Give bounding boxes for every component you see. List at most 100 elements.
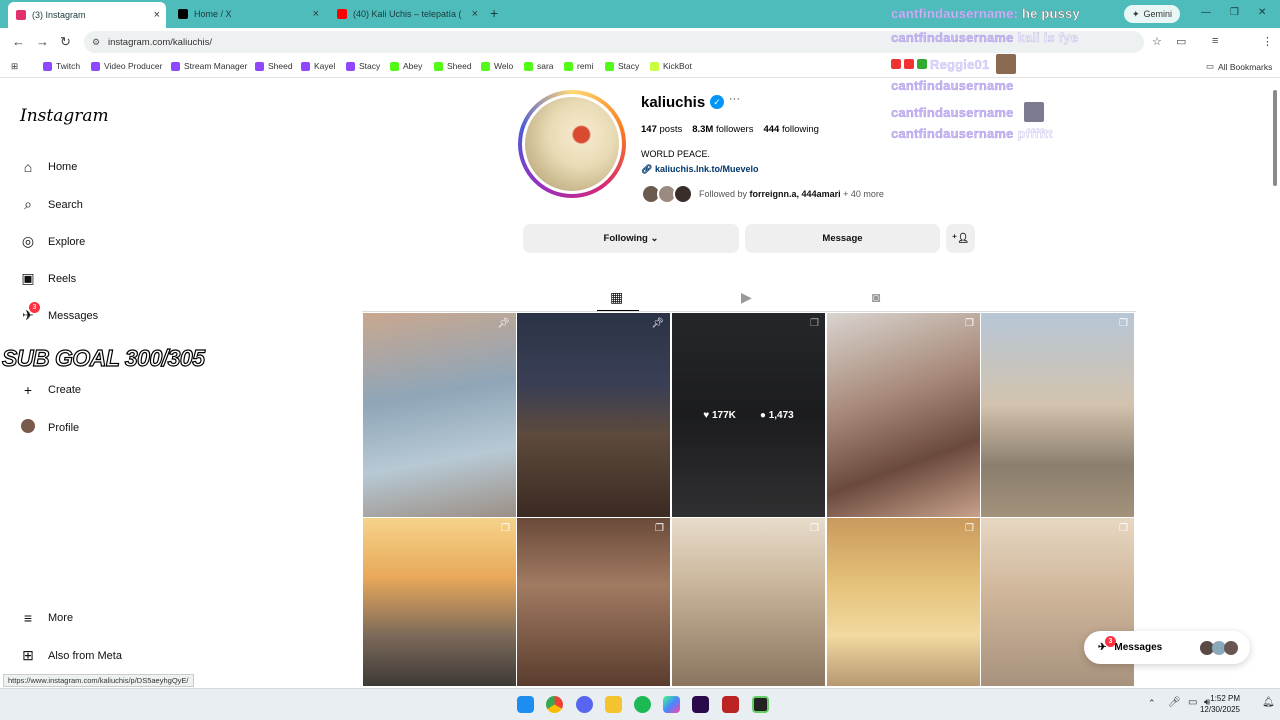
post-thumbnail[interactable]: ❐: [981, 313, 1134, 517]
bookmark-label: Welo: [494, 61, 514, 71]
badge-icon: [917, 59, 927, 69]
tab-reels-icon[interactable]: ▶: [741, 289, 752, 306]
following-count[interactable]: 444 following: [763, 124, 818, 135]
bookmark-video-producer[interactable]: Video Producer: [91, 61, 162, 71]
pin-icon: 📌︎: [497, 318, 510, 329]
post-thumbnail[interactable]: 📌︎: [363, 313, 516, 517]
kebab-menu-icon[interactable]: ⋮: [1262, 35, 1273, 48]
bookmark-kayel[interactable]: Kayel: [301, 61, 335, 71]
instagram-favicon-icon: [16, 10, 26, 20]
followers-count[interactable]: 8.3M followers: [692, 124, 753, 135]
folder-icon: ▭: [1206, 61, 1215, 71]
followed-by[interactable]: Followed by forreignn.a, 444amari + 40 m…: [641, 184, 884, 204]
multi-post-icon: ❐: [1119, 318, 1128, 329]
suggest-user-button[interactable]: ⁺👤︎: [946, 224, 975, 253]
chrome-icon[interactable]: [546, 696, 563, 713]
tray-chevron-icon[interactable]: ⌃: [1148, 698, 1156, 709]
close-window-icon[interactable]: ✕: [1258, 7, 1266, 18]
bookmark-remi[interactable]: remi: [564, 61, 594, 71]
twitch-icon: [255, 61, 264, 71]
instagram-logo[interactable]: Instagram: [20, 106, 109, 126]
kick-icon: [390, 61, 399, 71]
media-icon[interactable]: ≡: [1212, 35, 1218, 47]
new-tab-icon[interactable]: +: [490, 5, 498, 21]
discord-icon[interactable]: [576, 696, 593, 713]
obs-icon[interactable]: [752, 696, 769, 713]
system-clock[interactable]: 1:52 PM 12/30/2025: [1200, 693, 1240, 715]
bookmark-stacy-kick[interactable]: Stacy: [605, 61, 639, 71]
options-icon[interactable]: ···: [729, 93, 740, 105]
nav-create[interactable]: + Create: [20, 382, 81, 398]
reload-icon[interactable]: ↻: [60, 34, 71, 50]
copilot-icon[interactable]: [663, 696, 680, 713]
clock-date: 12/30/2025: [1199, 705, 1240, 714]
gemini-button[interactable]: ✦ Gemini: [1124, 5, 1181, 23]
apps-grid-icon[interactable]: ⊞: [11, 61, 18, 72]
post-thumbnail[interactable]: ❐: [827, 518, 980, 686]
mic-icon[interactable]: 🎤︎: [1168, 697, 1181, 708]
multi-post-icon: ❐: [501, 523, 510, 534]
star-icon[interactable]: ☆: [1152, 35, 1162, 48]
profile-avatar[interactable]: [518, 90, 626, 198]
all-bookmarks-label: All Bookmarks: [1218, 61, 1273, 72]
bookmark-twitch[interactable]: Twitch: [43, 61, 80, 71]
message-button[interactable]: Message: [745, 224, 940, 253]
bookmark-label: sara: [537, 61, 554, 71]
twitch-icon: [91, 61, 100, 71]
post-thumbnail[interactable]: ❐: [363, 518, 516, 686]
spotify-icon[interactable]: [634, 696, 651, 713]
app-icon[interactable]: [722, 696, 739, 713]
post-thumbnail[interactable]: ❐: [672, 518, 825, 686]
profile-link[interactable]: 🔗︎ kaliuchis.lnk.to/Muevelo: [641, 164, 758, 175]
cast-icon[interactable]: ▭: [1176, 35, 1186, 48]
post-hover-overlay[interactable]: ♥ 177K ● 1,473: [672, 313, 825, 517]
nav-explore[interactable]: ◎ Explore: [20, 233, 85, 250]
tab-youtube[interactable]: (40) Kali Uchis – telepatía ( ×: [329, 3, 484, 25]
tab-x[interactable]: Home / X ×: [170, 3, 325, 25]
nav-messages[interactable]: ✈ 3 Messages: [20, 302, 98, 324]
messages-drawer-button[interactable]: ✈ 3 Messages: [1084, 631, 1250, 664]
bookmark-welo[interactable]: Welo: [481, 61, 513, 71]
bookmark-abey[interactable]: Abey: [390, 61, 422, 71]
bookmark-sheed-kick[interactable]: Sheed: [434, 61, 472, 71]
post-thumbnail[interactable]: 📌︎: [517, 313, 670, 517]
minimize-icon[interactable]: —: [1201, 7, 1211, 18]
bookmark-stacy[interactable]: Stacy: [346, 61, 380, 71]
back-icon[interactable]: ←: [12, 34, 25, 49]
forward-icon[interactable]: →: [36, 34, 49, 49]
tab-tagged-icon[interactable]: ◙: [872, 289, 880, 305]
nav-home[interactable]: ⌂ Home: [20, 159, 78, 175]
display-icon[interactable]: ▭: [1188, 697, 1197, 708]
bookmark-kickbot[interactable]: KickBot: [650, 61, 692, 71]
notifications-icon[interactable]: 🔔︎: [1262, 697, 1275, 708]
tab-instagram[interactable]: (3) Instagram ×: [8, 2, 166, 28]
close-icon[interactable]: ×: [472, 8, 478, 20]
nav-more[interactable]: ≡ More: [20, 610, 73, 626]
post-thumbnail[interactable]: ❐: [827, 313, 980, 517]
nav-search[interactable]: ⌕ Search: [20, 196, 83, 213]
link-status-url: https://www.instagram.com/kaliuchis/p/DS…: [3, 674, 194, 687]
close-icon[interactable]: ×: [313, 8, 319, 20]
all-bookmarks[interactable]: ▭ All Bookmarks: [1206, 61, 1272, 72]
nav-reels[interactable]: ▣ Reels: [20, 270, 76, 287]
start-icon[interactable]: [517, 696, 534, 713]
bookmark-sheed[interactable]: Sheed: [255, 61, 293, 71]
bookmark-stream-manager[interactable]: Stream Manager: [171, 61, 247, 71]
premiere-icon[interactable]: [692, 696, 709, 713]
page-scrollbar[interactable]: [1273, 90, 1277, 186]
close-icon[interactable]: ×: [154, 9, 160, 21]
nav-also-from-meta[interactable]: ⊞ Also from Meta: [20, 647, 122, 664]
chat-line: cantfindausername: he pussy: [891, 6, 1080, 21]
bookmark-sara[interactable]: sara: [524, 61, 554, 71]
url-text: instagram.com/kaliuchis/: [108, 36, 213, 48]
folder-icon[interactable]: [605, 696, 622, 713]
tab-posts-grid-icon[interactable]: ▦: [610, 289, 623, 306]
restore-icon[interactable]: ❐: [1230, 7, 1239, 18]
post-thumbnail[interactable]: ❐: [517, 518, 670, 686]
chat-message: he pussy: [1021, 6, 1080, 21]
site-info-icon[interactable]: ⚙: [92, 37, 100, 48]
following-button[interactable]: Following ⌄: [523, 224, 739, 253]
nav-profile[interactable]: Profile: [20, 419, 79, 436]
compass-icon: ◎: [21, 233, 35, 249]
chat-line: cantfindausername: [891, 102, 1044, 122]
